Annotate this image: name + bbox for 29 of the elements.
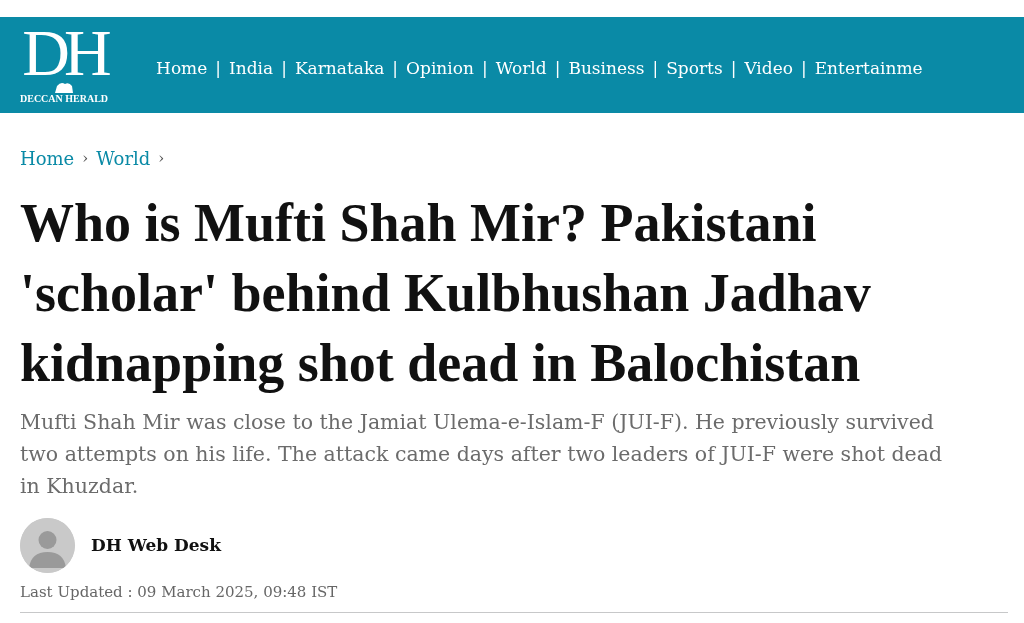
breadcrumb-link[interactable]: Home xyxy=(20,145,75,172)
article-headline: Who is Mufti Shah Mir? Pakistani 'scholar' behind Kulbhushan Jadhav kidnapping shot dead in Balochistan xyxy=(20,192,872,395)
nav-separator: | xyxy=(481,57,488,81)
nav-link[interactable]: Sports xyxy=(666,56,723,82)
nav-link[interactable]: Home xyxy=(156,56,208,82)
nav-separator: | xyxy=(800,57,807,81)
breadcrumb-link[interactable]: World xyxy=(96,145,151,172)
nav-link[interactable]: Entertainme xyxy=(814,56,923,82)
nav-link[interactable]: Business xyxy=(568,56,645,82)
breadcrumb-separator: › xyxy=(82,148,89,170)
nav-separator: | xyxy=(215,57,222,81)
emblem-icon xyxy=(53,80,76,94)
nav-link[interactable]: India xyxy=(229,56,274,82)
author-name[interactable]: DH Web Desk xyxy=(91,532,221,559)
nav-link[interactable]: Video xyxy=(744,56,793,82)
nav-link[interactable]: Karnataka xyxy=(294,56,385,82)
nav-link[interactable]: Opinion xyxy=(406,56,474,82)
nav-separator: | xyxy=(281,57,287,81)
nav-separator: | xyxy=(652,57,659,81)
updated-date: Last Updated : 09 March 2025, 09:48 IST xyxy=(20,582,339,603)
nav-separator: | xyxy=(554,57,561,81)
breadcrumb-separator: › xyxy=(158,148,165,170)
avatar-icon xyxy=(20,518,75,573)
article-summary: Mufti Shah Mir was close to the Jamiat Ulema-e-Islam-F (JUI-F). He previously survived two attempts on his life. The attack came days after two leaders of JUI-F were shot dead in Khuzdar. xyxy=(20,409,944,500)
logo-initials[interactable]: DH xyxy=(22,26,106,80)
nav-link[interactable]: World xyxy=(495,56,547,82)
logo-wordmark: DECCAN HERALD xyxy=(20,94,109,104)
nav-separator: | xyxy=(392,57,399,81)
nav-separator: | xyxy=(730,57,737,81)
